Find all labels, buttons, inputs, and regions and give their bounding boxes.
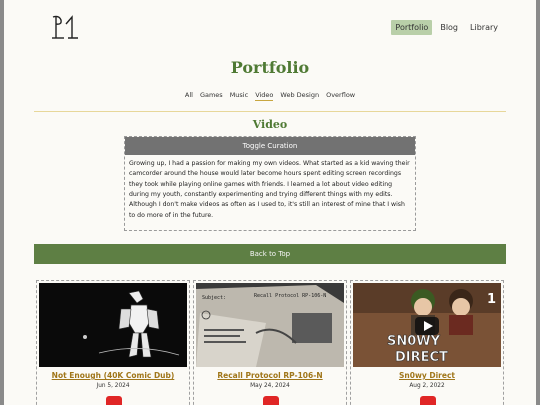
logo-icon	[52, 15, 78, 39]
video-card: Not Enough (40K Comic Dub) Jun 5, 2024	[36, 280, 190, 405]
card-title-link[interactable]: Not Enough (40K Comic Dub)	[37, 371, 189, 380]
youtube-icon[interactable]	[263, 396, 279, 405]
svg-text:SN0WY: SN0WY	[387, 334, 441, 349]
site-logo[interactable]	[50, 14, 82, 42]
robot-illustration-icon	[39, 283, 187, 367]
snowy-direct-thumbnail[interactable]: SN0WY DIRECT 1	[353, 283, 501, 367]
divider	[34, 111, 506, 112]
snowy-direct-art-icon: SN0WY DIRECT 1	[353, 283, 501, 367]
svg-text:Recall Protocol RP-106-N: Recall Protocol RP-106-N	[254, 293, 326, 299]
card-title-link[interactable]: Recall Protocol RP-106-N	[194, 371, 346, 380]
filter-web-design[interactable]: Web Design	[280, 91, 319, 101]
filter-overflow[interactable]: Overflow	[326, 91, 355, 101]
video-card: Subject: Recall Protocol RP-106-N Recall…	[193, 280, 347, 405]
card-date: May 24, 2024	[250, 383, 290, 389]
svg-text:DIRECT: DIRECT	[395, 350, 448, 365]
nav-library[interactable]: Library	[466, 20, 502, 35]
page: Portfolio Blog Library Portfolio All Gam…	[4, 0, 536, 405]
comic-robot-thumbnail[interactable]	[39, 283, 187, 367]
youtube-icon[interactable]	[420, 396, 436, 405]
curation-text: Growing up, I had a passion for making m…	[129, 160, 410, 219]
card-date: Jun 5, 2024	[96, 383, 130, 389]
document-photo-icon: Subject: Recall Protocol RP-106-N	[196, 283, 344, 367]
svg-text:Subject:: Subject:	[202, 295, 226, 301]
toggle-curation-button[interactable]: Toggle Curation	[125, 137, 415, 155]
card-title-link[interactable]: Sn0wy Direct	[351, 371, 503, 380]
filter-games[interactable]: Games	[200, 91, 223, 101]
youtube-icon[interactable]	[106, 396, 122, 405]
svg-text:1: 1	[487, 292, 496, 307]
document-photo-thumbnail[interactable]: Subject: Recall Protocol RP-106-N	[196, 283, 344, 367]
filter-music[interactable]: Music	[230, 91, 249, 101]
nav-blog[interactable]: Blog	[436, 20, 462, 35]
video-card: SN0WY DIRECT 1 Sn0wy Direct Aug 2, 2022	[350, 280, 504, 405]
curation-panel: Toggle Curation Growing up, I had a pass…	[124, 136, 416, 231]
card-date: Aug 2, 2022	[409, 383, 445, 389]
section-title: Video	[252, 118, 288, 131]
nav-portfolio[interactable]: Portfolio	[391, 20, 433, 35]
back-to-top-button[interactable]: Back to Top	[34, 244, 506, 264]
filter-video[interactable]: Video	[255, 91, 274, 101]
page-title: Portfolio	[230, 58, 310, 77]
top-nav: Portfolio Blog Library	[391, 20, 502, 35]
category-filters: All Games Music Video Web Design Overflo…	[4, 91, 536, 101]
filter-all[interactable]: All	[185, 91, 193, 101]
